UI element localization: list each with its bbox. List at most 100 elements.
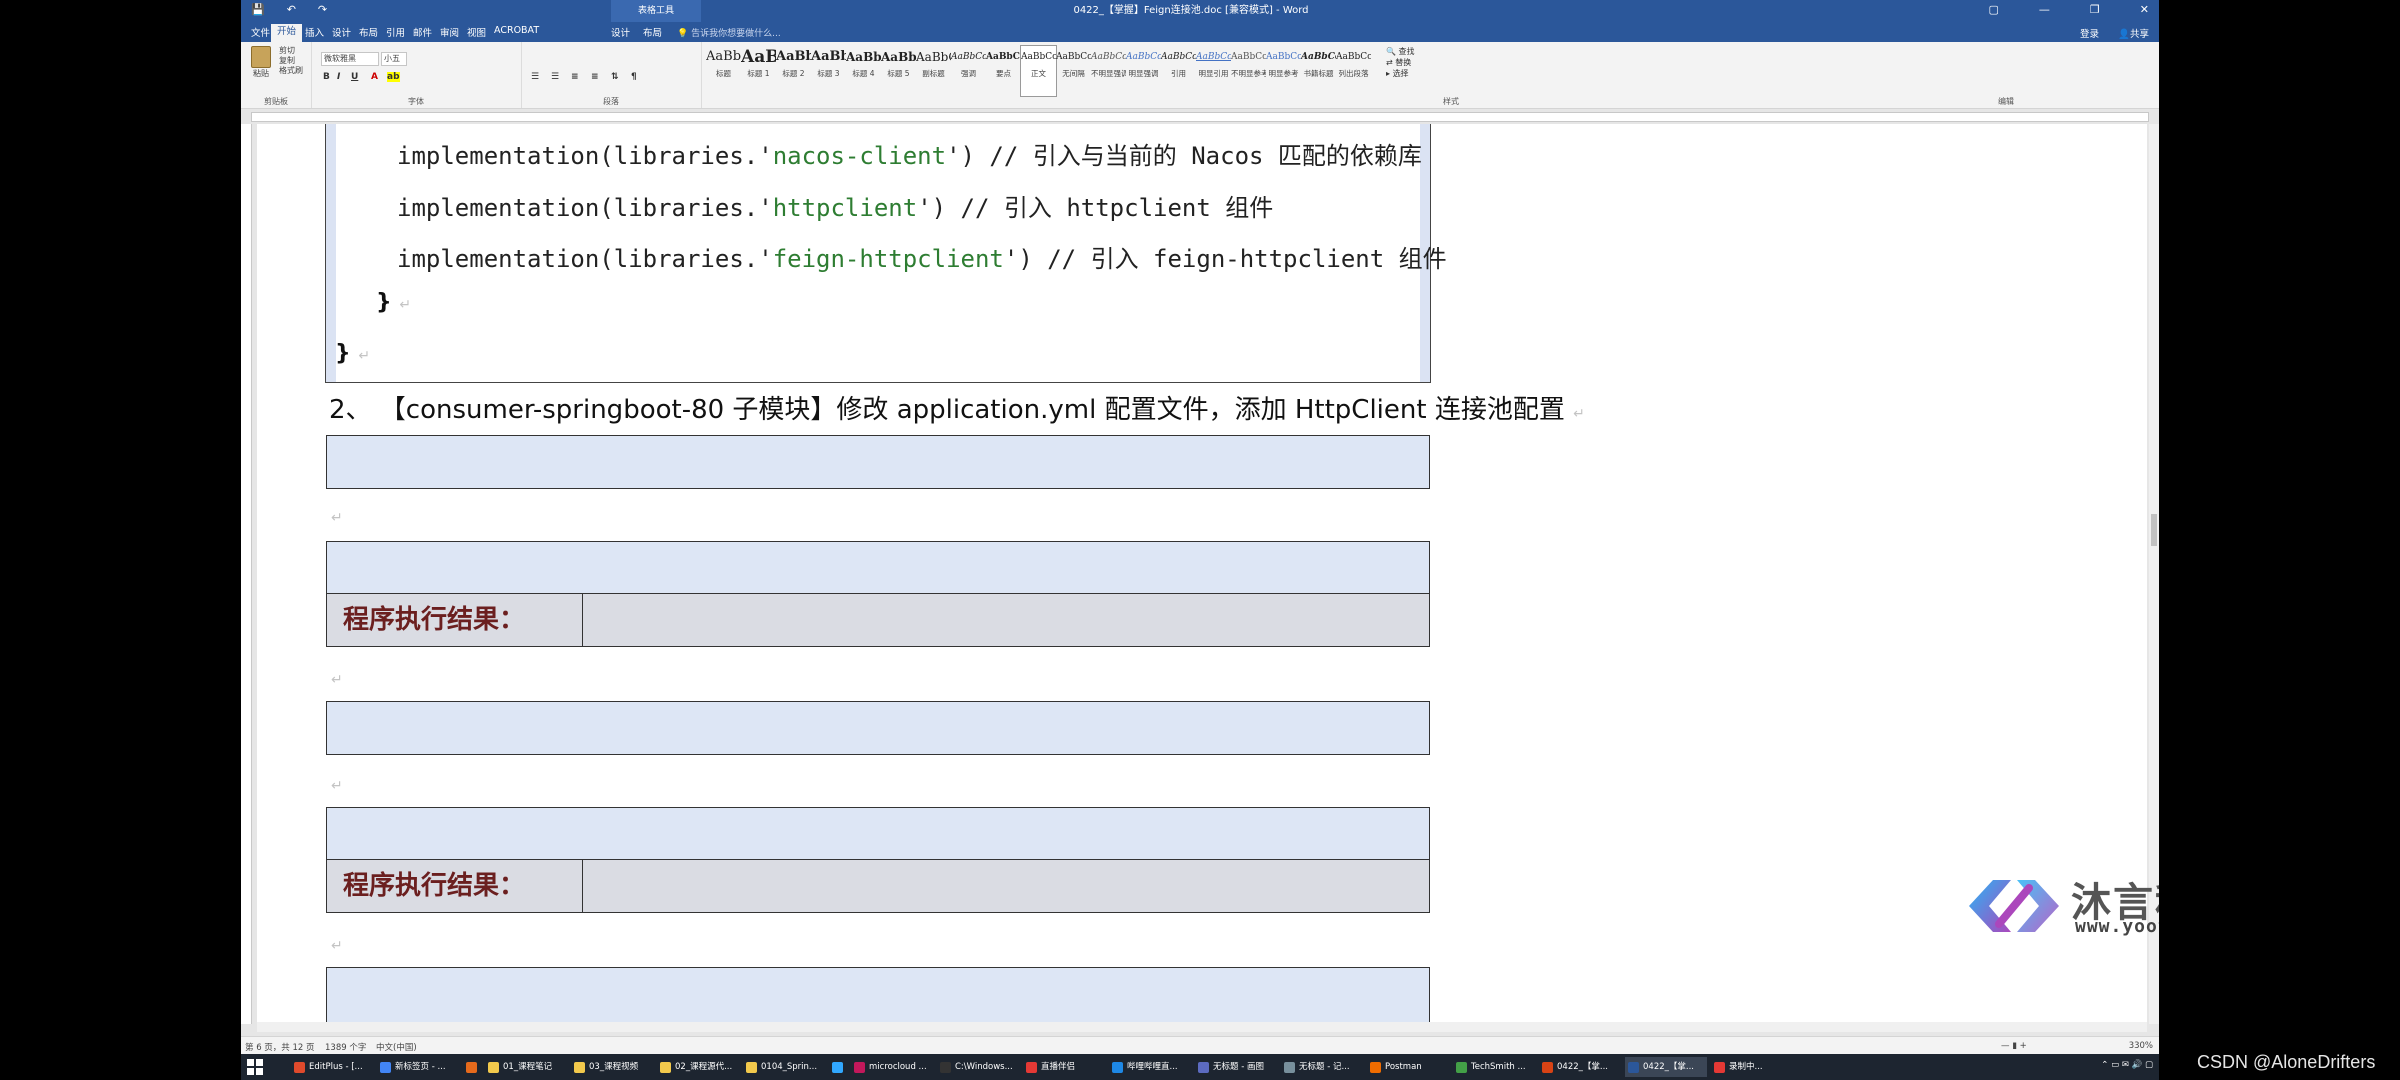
scroll-thumb[interactable]: [2151, 514, 2157, 546]
taskbar-app-item[interactable]: 01_课程笔记: [485, 1057, 567, 1077]
tab-mailings[interactable]: 邮件: [413, 25, 432, 39]
zoom-slider[interactable]: — ▮ +: [2001, 1041, 2027, 1051]
sort-icon[interactable]: ⇅: [611, 72, 619, 82]
code-table-cell[interactable]: [326, 807, 1430, 861]
bold-button[interactable]: B: [323, 72, 330, 82]
tab-view[interactable]: 视图: [467, 25, 486, 39]
tab-home[interactable]: 开始: [271, 24, 303, 42]
tab-insert[interactable]: 插入: [305, 25, 324, 39]
taskbar-app-item[interactable]: 02_课程源代...: [657, 1057, 739, 1077]
taskbar-app-item[interactable]: 新标签页 - ...: [377, 1057, 459, 1077]
style-item[interactable]: AaBbCcDc 强调: [951, 46, 986, 96]
tab-table-design[interactable]: 设计: [611, 25, 630, 39]
style-item[interactable]: AaBbCcDc 明显强调: [1126, 46, 1161, 96]
cut-button[interactable]: 剪切: [279, 46, 303, 56]
taskbar-app-item[interactable]: 0104_Sprin...: [743, 1057, 825, 1077]
style-item[interactable]: AaBbCcD 要点: [986, 46, 1021, 96]
tab-acrobat[interactable]: ACROBAT: [494, 25, 539, 36]
style-item[interactable]: AaBbC 标题 3: [811, 46, 846, 96]
style-item[interactable]: AaBbCcI 明显参考: [1266, 46, 1301, 96]
style-item[interactable]: AaBbC 副标题: [916, 46, 951, 96]
style-item[interactable]: AaBbCcDc 不明显强调: [1091, 46, 1126, 96]
style-item[interactable]: AaBbC 标题 2: [776, 46, 811, 96]
font-size-select[interactable]: 小五: [381, 52, 407, 66]
style-item[interactable]: AaBbC 标题 5: [881, 46, 916, 96]
document-page[interactable]: implementation(libraries.'nacos-client')…: [257, 124, 2147, 1024]
horizontal-ruler[interactable]: [241, 110, 2159, 122]
share-button[interactable]: 👤共享: [2118, 26, 2149, 40]
taskbar-app-item[interactable]: Postman: [1367, 1057, 1449, 1077]
select-button[interactable]: ▸ 选择: [1386, 68, 1446, 79]
login-link[interactable]: 登录: [2080, 26, 2099, 40]
tab-layout[interactable]: 布局: [359, 25, 378, 39]
style-item[interactable]: AaBbC 标题: [706, 46, 741, 96]
style-item[interactable]: AaBbCcDc 无间隔: [1056, 46, 1091, 96]
font-name-select[interactable]: 微软雅黑: [321, 52, 379, 66]
zoom-level[interactable]: 330%: [2129, 1041, 2153, 1051]
bullets-icon[interactable]: ☰: [531, 72, 539, 82]
taskbar-app-item[interactable]: [829, 1057, 847, 1077]
highlight-button[interactable]: ab: [387, 72, 400, 82]
result-table-row[interactable]: 程序执行结果：: [326, 593, 1430, 647]
system-tray[interactable]: ⌃ ▭ ✉ 🔊 ▢: [2101, 1060, 2153, 1070]
style-item[interactable]: AaBbCcD 书籍标题: [1301, 46, 1336, 96]
windows-start-icon[interactable]: [247, 1059, 263, 1075]
show-marks-icon[interactable]: ¶: [631, 72, 637, 82]
taskbar-app-item[interactable]: 哔哩哔哩直...: [1109, 1057, 1191, 1077]
taskbar-app-item[interactable]: 0422_【掌...: [1539, 1057, 1621, 1077]
save-icon[interactable]: 💾: [251, 3, 265, 16]
taskbar-app-item[interactable]: [463, 1057, 481, 1077]
taskbar-app-item[interactable]: 无标题 - 记...: [1281, 1057, 1363, 1077]
style-item[interactable]: AaBl 标题 1: [741, 46, 776, 96]
tell-me-search[interactable]: 💡 告诉我你想要做什么...: [677, 26, 781, 39]
code-table-cell[interactable]: [326, 701, 1430, 755]
italic-button[interactable]: I: [337, 72, 340, 82]
taskbar-app-item[interactable]: microcloud ...: [851, 1057, 933, 1077]
language-indicator[interactable]: 中文(中国): [376, 1041, 417, 1053]
tab-design[interactable]: 设计: [332, 25, 351, 39]
copy-button[interactable]: 复制: [279, 56, 303, 66]
style-item-selected[interactable]: AaBbCcDc 正文: [1020, 45, 1057, 97]
style-item[interactable]: AaBbCcDc 引用: [1161, 46, 1196, 96]
minimize-icon[interactable]: —: [2039, 3, 2050, 16]
style-item[interactable]: AaBbC 标题 4: [846, 46, 881, 96]
vertical-ruler[interactable]: [241, 124, 252, 1024]
result-table-row[interactable]: 程序执行结果：: [326, 859, 1430, 913]
tab-review[interactable]: 审阅: [440, 25, 459, 39]
align-center-icon[interactable]: ≡: [591, 72, 599, 82]
tab-file[interactable]: 文件: [251, 25, 270, 39]
config-table-cell[interactable]: [326, 435, 1430, 489]
style-item[interactable]: AaBbCcD 不明显参考: [1231, 46, 1266, 96]
paste-button[interactable]: 粘贴: [247, 46, 275, 82]
horizontal-scrollbar[interactable]: [257, 1022, 2147, 1032]
format-painter-button[interactable]: 格式刷: [279, 66, 303, 76]
code-table-cell[interactable]: [326, 967, 1430, 1024]
restore-icon[interactable]: ❐: [2090, 3, 2100, 16]
code-table-cell[interactable]: [326, 541, 1430, 595]
replace-button[interactable]: ⇄ 替换: [1386, 57, 1446, 68]
taskbar-app-item[interactable]: 03_课程视频: [571, 1057, 653, 1077]
quick-access-toolbar: 💾 ↶ ↷: [251, 3, 327, 16]
taskbar-app-item[interactable]: 直播伴侣: [1023, 1057, 1105, 1077]
taskbar-app-item[interactable]: EditPlus - [...: [291, 1057, 373, 1077]
underline-button[interactable]: U: [351, 72, 358, 82]
ribbon-display-icon[interactable]: ▢: [1989, 3, 1999, 16]
tab-references[interactable]: 引用: [386, 25, 405, 39]
page-count[interactable]: 第 6 页，共 12 页: [245, 1041, 315, 1053]
taskbar-app-item[interactable]: C:\Windows...: [937, 1057, 1019, 1077]
font-color-button[interactable]: A: [371, 72, 378, 82]
numbering-icon[interactable]: ☰: [551, 72, 559, 82]
taskbar-app-item[interactable]: 无标题 - 画图: [1195, 1057, 1277, 1077]
undo-icon[interactable]: ↶: [287, 3, 296, 16]
word-count[interactable]: 1389 个字: [325, 1041, 366, 1053]
taskbar-app-item[interactable]: 0422_【掌...: [1625, 1057, 1707, 1077]
style-item[interactable]: AaBbCcDc 列出段落: [1336, 46, 1371, 96]
style-item[interactable]: AaBbCcDc 明显引用: [1196, 46, 1231, 96]
close-icon[interactable]: ✕: [2140, 3, 2149, 16]
taskbar-app-item[interactable]: 录制中...: [1711, 1057, 1793, 1077]
taskbar-app-item[interactable]: TechSmith ...: [1453, 1057, 1535, 1077]
redo-icon[interactable]: ↷: [318, 3, 327, 16]
align-left-icon[interactable]: ≡: [571, 72, 579, 82]
find-button[interactable]: 🔍 查找: [1386, 46, 1446, 57]
tab-table-layout[interactable]: 布局: [643, 25, 662, 39]
